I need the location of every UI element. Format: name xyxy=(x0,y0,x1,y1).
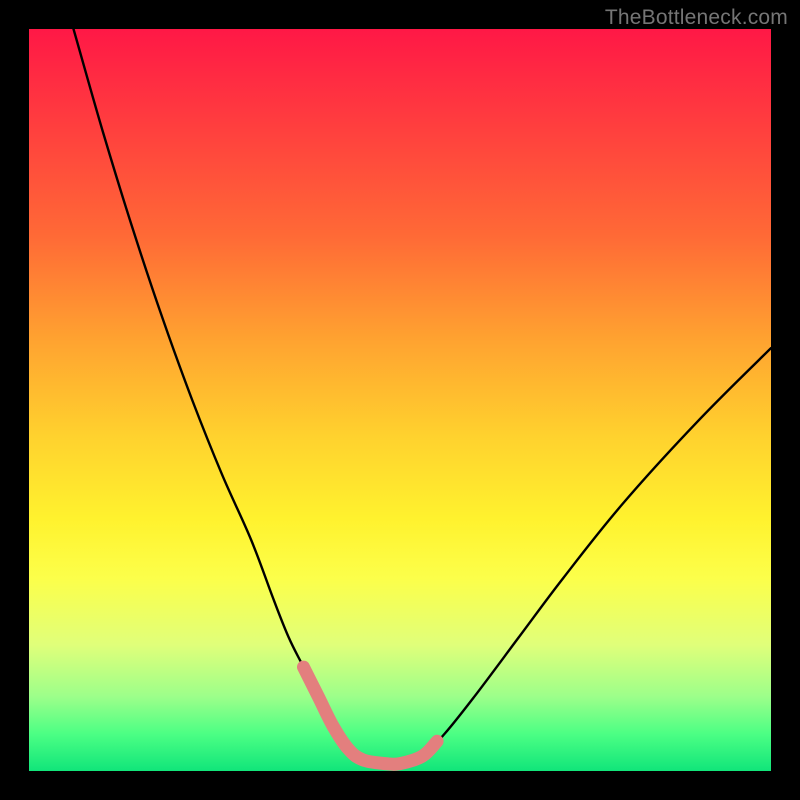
watermark-text: TheBottleneck.com xyxy=(605,6,788,30)
curve-svg xyxy=(29,29,771,771)
plot-area xyxy=(29,29,771,771)
highlight-overlay xyxy=(304,667,438,764)
bottleneck-curve xyxy=(74,29,772,764)
chart-frame: TheBottleneck.com xyxy=(0,0,800,800)
